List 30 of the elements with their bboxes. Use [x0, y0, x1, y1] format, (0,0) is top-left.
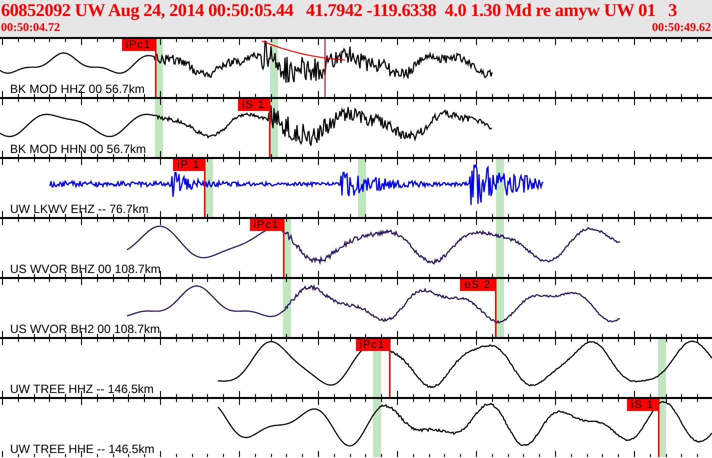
end-time: 00:50:49.62: [652, 21, 711, 34]
channel-label: BK MOD HHN 00 56.7km: [10, 143, 146, 156]
pick-label[interactable]: iPc1: [122, 39, 155, 51]
pick-window: [155, 99, 163, 157]
pick-window: [373, 399, 381, 457]
channel-label: BK MOD HHZ 00 56.7km: [10, 83, 145, 96]
pick-line[interactable]: [269, 99, 270, 157]
pick-label[interactable]: iS 1: [238, 99, 269, 111]
event-title: 60852092 UW Aug 24, 2014 00:50:05.44 41.7942 -119.6338 4.0 1.30 Md re amyw UW 01 3: [1, 0, 678, 21]
pick-window: [658, 339, 666, 397]
channel-label: UW TREE HHZ -- 146.5km: [10, 383, 154, 396]
pick-line[interactable]: [155, 39, 156, 97]
pick-label[interactable]: iPc1: [250, 219, 283, 231]
channel-label: UW LKWV EHZ -- 76.7km: [10, 203, 149, 216]
pick-window: [283, 279, 291, 337]
pick-line[interactable]: [204, 159, 206, 217]
pick-line[interactable]: [495, 279, 496, 337]
channel-label: US WVOR BH2 00 108.7km: [10, 323, 160, 336]
pick-label[interactable]: eS 2: [460, 279, 495, 291]
pick-label[interactable]: iS 1: [627, 399, 658, 411]
pick-label[interactable]: iPc1: [356, 339, 389, 351]
coda-marker: [324, 39, 326, 97]
pick-line[interactable]: [658, 399, 660, 457]
pick-line[interactable]: [283, 219, 284, 277]
channel-label: US WVOR BHZ 00 108.7km: [10, 263, 161, 276]
channel-label: UW TREE HHE -- 146.5km: [10, 443, 154, 456]
pick-window: [496, 219, 504, 277]
start-time: 00:50:04.72: [1, 21, 60, 34]
pick-line[interactable]: [389, 339, 390, 397]
pick-label[interactable]: iP 1: [173, 159, 204, 171]
